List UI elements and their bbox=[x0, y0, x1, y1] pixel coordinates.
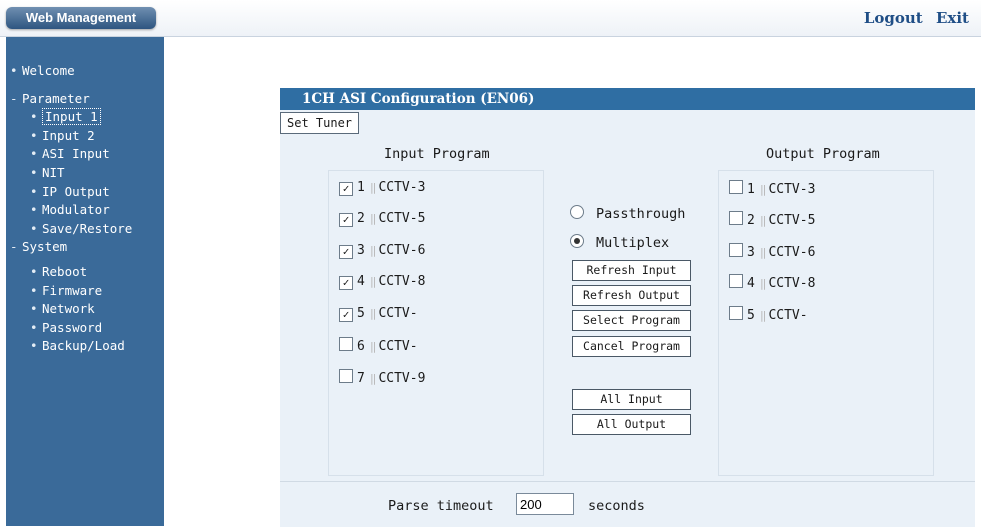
checkbox[interactable]: ✓ bbox=[339, 245, 353, 259]
select-program-button[interactable]: Select Program bbox=[572, 310, 691, 331]
program-marker-icon: ‖ bbox=[759, 309, 767, 322]
checkbox[interactable]: ✓ bbox=[339, 276, 353, 290]
exit-link[interactable]: Exit bbox=[936, 9, 969, 27]
program-marker-icon: ‖ bbox=[369, 275, 377, 288]
input-program-item[interactable]: ✓ 4 ‖ CCTV-8 bbox=[339, 274, 425, 290]
sidebar-item-reboot[interactable]: • Reboot bbox=[6, 263, 164, 282]
timeout-unit-label: seconds bbox=[588, 498, 645, 514]
sidebar: • Welcome - Parameter • Input 1 • Input 2 • A… bbox=[6, 37, 164, 526]
output-program-item[interactable]: 5 ‖ CCTV- bbox=[729, 306, 808, 323]
sidebar-item-input-2[interactable]: • Input 2 bbox=[6, 127, 164, 146]
logout-link[interactable]: Logout bbox=[864, 9, 923, 27]
parse-timeout-label: Parse timeout bbox=[388, 498, 494, 514]
bullet-icon: • bbox=[30, 263, 38, 279]
bullet-icon: • bbox=[10, 63, 18, 78]
bullet-icon: • bbox=[30, 146, 38, 162]
input-program-item[interactable]: ✓ 1 ‖ CCTV-3 bbox=[339, 180, 425, 196]
cancel-program-button[interactable]: Cancel Program bbox=[572, 336, 691, 357]
input-program-item[interactable]: ✓ 2 ‖ CCTV-5 bbox=[339, 211, 425, 227]
input-program-item[interactable]: 7 ‖ CCTV-9 bbox=[339, 369, 425, 386]
bullet-icon: • bbox=[30, 338, 38, 354]
sidebar-item-password[interactable]: • Password bbox=[6, 319, 164, 338]
multiplex-radio[interactable]: Multiplex bbox=[570, 234, 669, 251]
input-program-item[interactable]: ✓ 5 ‖ CCTV- bbox=[339, 306, 418, 322]
checkbox[interactable] bbox=[729, 243, 743, 257]
program-marker-icon: ‖ bbox=[369, 372, 377, 385]
program-marker-icon: ‖ bbox=[369, 181, 377, 194]
output-program-item[interactable]: 4 ‖ CCTV-8 bbox=[729, 274, 815, 291]
program-marker-icon: ‖ bbox=[369, 212, 377, 225]
input-program-heading: Input Program bbox=[384, 146, 490, 162]
panel-title: 1CH ASI Configuration (EN06) bbox=[280, 88, 975, 110]
bullet-icon: • bbox=[30, 183, 38, 199]
refresh-input-button[interactable]: Refresh Input bbox=[572, 260, 691, 281]
bullet-icon: • bbox=[30, 319, 38, 335]
bullet-icon: • bbox=[30, 220, 38, 236]
sidebar-item-welcome[interactable]: • Welcome bbox=[6, 62, 164, 81]
bullet-icon: • bbox=[30, 127, 38, 143]
input-program-item[interactable]: 6 ‖ CCTV- bbox=[339, 337, 418, 354]
top-bar: Web Management Logout Exit bbox=[0, 0, 981, 37]
program-marker-icon: ‖ bbox=[369, 244, 377, 257]
output-program-item[interactable]: 1 ‖ CCTV-3 bbox=[729, 180, 815, 197]
program-marker-icon: ‖ bbox=[759, 214, 767, 227]
output-program-heading: Output Program bbox=[766, 146, 880, 162]
passthrough-radio[interactable]: Passthrough bbox=[570, 205, 685, 222]
input-program-item[interactable]: ✓ 3 ‖ CCTV-6 bbox=[339, 243, 425, 259]
checkbox[interactable]: ✓ bbox=[339, 213, 353, 227]
sidebar-item-save-restore[interactable]: • Save/Restore bbox=[6, 220, 164, 239]
sidebar-item-asi-input[interactable]: • ASI Input bbox=[6, 145, 164, 164]
bullet-icon: • bbox=[30, 282, 38, 298]
output-program-item[interactable]: 2 ‖ CCTV-5 bbox=[729, 211, 815, 228]
checkbox[interactable] bbox=[729, 306, 743, 320]
config-panel: 1CH ASI Configuration (EN06) Set Tuner I… bbox=[280, 88, 975, 527]
checkbox[interactable] bbox=[339, 337, 353, 351]
radio-icon bbox=[570, 234, 584, 248]
sidebar-item-firmware[interactable]: • Firmware bbox=[6, 282, 164, 301]
tab-bar: Set Tuner bbox=[280, 110, 975, 134]
radio-icon bbox=[570, 205, 584, 219]
top-links: Logout Exit bbox=[856, 9, 969, 27]
sidebar-section-system[interactable]: - System bbox=[6, 238, 164, 257]
checkbox[interactable] bbox=[729, 180, 743, 194]
bullet-icon: • bbox=[30, 202, 38, 218]
sidebar-item-modulator[interactable]: • Modulator bbox=[6, 201, 164, 220]
program-marker-icon: ‖ bbox=[369, 340, 377, 353]
all-output-button[interactable]: All Output bbox=[572, 414, 691, 435]
checkbox[interactable] bbox=[729, 274, 743, 288]
bullet-icon: • bbox=[30, 301, 38, 317]
nav-spacer bbox=[6, 81, 164, 90]
bullet-icon: • bbox=[30, 109, 38, 125]
checkbox[interactable] bbox=[729, 211, 743, 225]
parse-timeout-input[interactable] bbox=[516, 493, 574, 515]
program-marker-icon: ‖ bbox=[369, 307, 377, 320]
bullet-icon: • bbox=[30, 164, 38, 180]
program-marker-icon: ‖ bbox=[759, 277, 767, 290]
collapse-icon: - bbox=[10, 90, 18, 106]
checkbox[interactable] bbox=[339, 369, 353, 383]
sidebar-item-backup-load[interactable]: • Backup/Load bbox=[6, 337, 164, 356]
tab-set-tuner[interactable]: Set Tuner bbox=[280, 112, 360, 134]
program-marker-icon: ‖ bbox=[759, 246, 767, 259]
checkbox[interactable]: ✓ bbox=[339, 308, 353, 322]
all-input-button[interactable]: All Input bbox=[572, 389, 691, 410]
sidebar-nav: • Welcome - Parameter • Input 1 • Input 2 • A… bbox=[6, 62, 164, 356]
output-program-list: 1 ‖ CCTV-3 2 ‖ CCTV-5 3 ‖ CCTV-6 4 ‖ CCTV-8 5 ‖ CC… bbox=[718, 170, 934, 476]
output-program-item[interactable]: 3 ‖ CCTV-6 bbox=[729, 243, 815, 260]
sidebar-item-nit[interactable]: • NIT bbox=[6, 164, 164, 183]
checkbox[interactable]: ✓ bbox=[339, 182, 353, 196]
refresh-output-button[interactable]: Refresh Output bbox=[572, 285, 691, 306]
sidebar-section-parameter[interactable]: - Parameter bbox=[6, 90, 164, 109]
brand-logo: Web Management bbox=[6, 7, 156, 29]
collapse-icon: - bbox=[10, 239, 18, 255]
sidebar-item-input-1[interactable]: • Input 1 bbox=[6, 108, 164, 127]
program-marker-icon: ‖ bbox=[759, 183, 767, 196]
input-program-list: ✓ 1 ‖ CCTV-3 ✓ 2 ‖ CCTV-5 ✓ 3 ‖ CCTV-6 ✓ 4 ‖ CCTV-8 … bbox=[328, 170, 544, 476]
sidebar-item-network[interactable]: • Network bbox=[6, 300, 164, 319]
sidebar-item-ip-output[interactable]: • IP Output bbox=[6, 183, 164, 202]
timeout-row: Parse timeout seconds bbox=[280, 481, 975, 527]
